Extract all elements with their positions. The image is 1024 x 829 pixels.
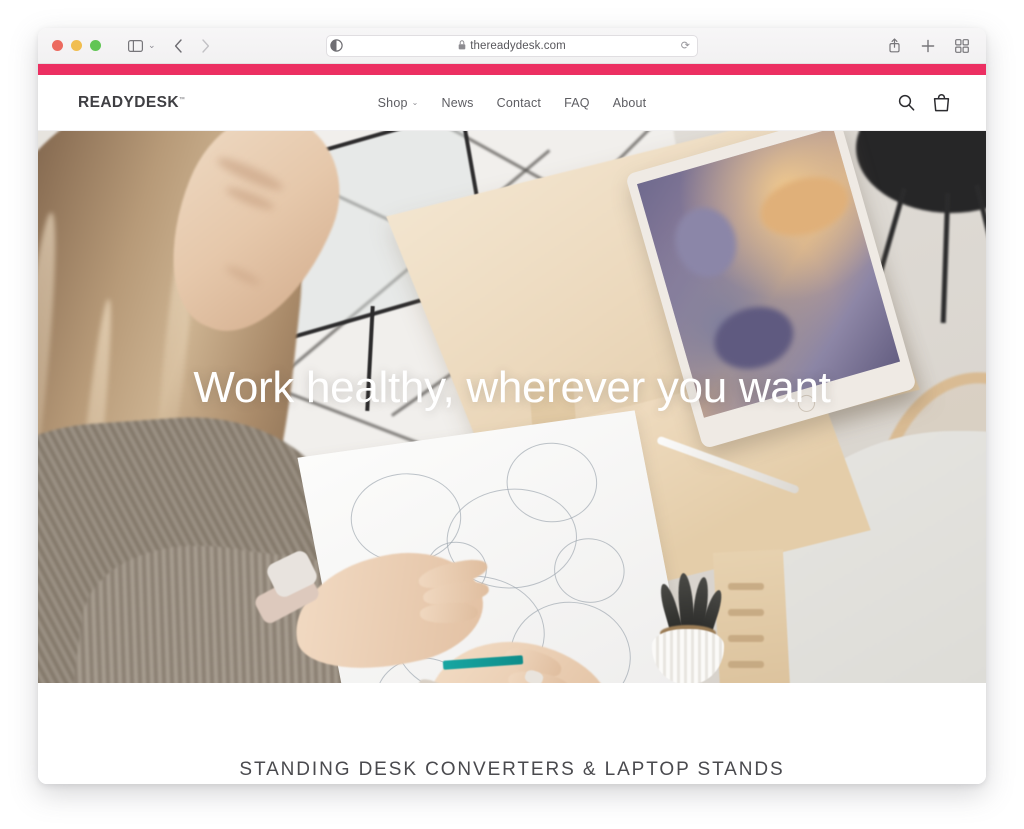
back-button[interactable] (167, 35, 191, 57)
close-window-button[interactable] (52, 40, 63, 51)
address-bar[interactable]: thereadydesk.com ⟳ (326, 34, 698, 57)
hero-headline: Work healthy, wherever you want (193, 363, 831, 412)
accent-bar (38, 64, 986, 75)
window-controls (52, 40, 101, 51)
chevron-down-icon: ⌄ (411, 98, 419, 107)
nav-item-faq[interactable]: FAQ (564, 96, 590, 110)
shopping-bag-icon[interactable] (933, 93, 950, 112)
share-icon[interactable] (882, 35, 906, 57)
reload-icon[interactable]: ⟳ (681, 39, 690, 52)
section-heading: STANDING DESK CONVERTERS & LAPTOP STANDS (239, 759, 785, 780)
minimize-window-button[interactable] (71, 40, 82, 51)
tab-overview-icon[interactable] (950, 35, 974, 57)
nav-item-shop[interactable]: Shop ⌄ (378, 96, 419, 110)
search-icon[interactable] (898, 94, 915, 111)
nav-label: Contact (496, 95, 542, 110)
nav-item-about[interactable]: About (613, 96, 647, 110)
lock-icon (458, 39, 466, 52)
toolbar-actions (882, 35, 974, 57)
toolbar-nav-group: ⌄ (123, 35, 218, 57)
nav-label: News (441, 95, 474, 110)
sidebar-icon[interactable] (123, 35, 147, 57)
logo-text: READYDESK (78, 93, 179, 111)
browser-window: ⌄ thereadydesk.com ⟳ READYDESK™ Shop ⌄ N… (38, 28, 986, 784)
browser-toolbar: ⌄ thereadydesk.com ⟳ (38, 28, 986, 64)
page-content: READYDESK™ Shop ⌄ News Contact FAQ About (38, 64, 986, 784)
products-section: STANDING DESK CONVERTERS & LAPTOP STANDS (38, 683, 986, 784)
new-tab-button[interactable] (916, 35, 940, 57)
nav-label: FAQ (564, 95, 590, 110)
chevron-down-icon[interactable]: ⌄ (148, 40, 156, 51)
maximize-window-button[interactable] (90, 40, 101, 51)
hero-section: Work healthy, wherever you want (38, 131, 986, 683)
forward-button[interactable] (194, 35, 218, 57)
nav-item-contact[interactable]: Contact (497, 96, 541, 110)
site-logo[interactable]: READYDESK™ (78, 94, 185, 112)
rail-slot (728, 661, 764, 668)
nav-label: About (612, 95, 647, 110)
site-header: READYDESK™ Shop ⌄ News Contact FAQ About (38, 75, 986, 131)
rail-slot (728, 635, 764, 642)
nav-item-news[interactable]: News (442, 96, 474, 110)
reader-contrast-icon[interactable] (330, 39, 343, 52)
rail-slot (728, 609, 764, 616)
nav-label: Shop (377, 95, 408, 110)
trademark-mark: ™ (178, 96, 185, 103)
header-actions (898, 93, 950, 112)
rail-slot (728, 583, 764, 590)
url-text: thereadydesk.com (470, 39, 566, 52)
